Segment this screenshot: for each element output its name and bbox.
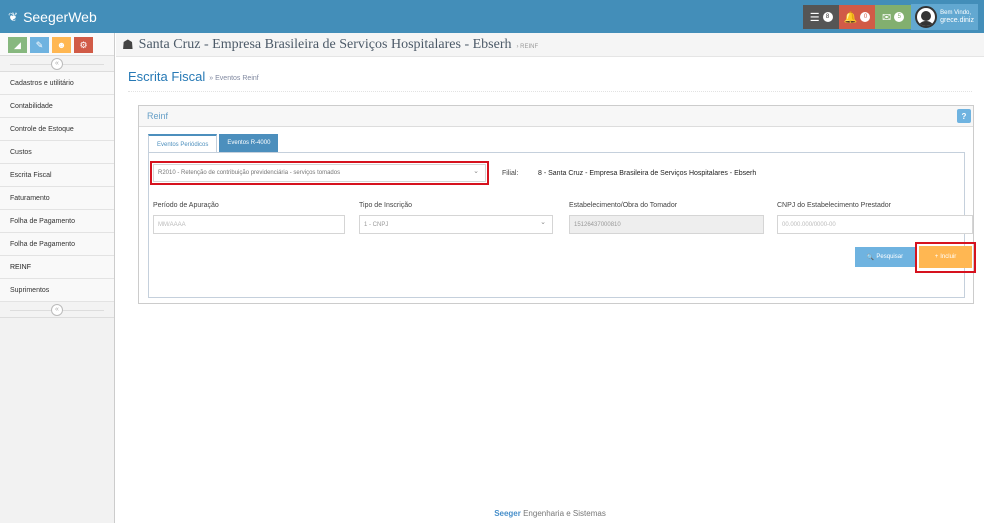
sidebar-item-folha-pagamento[interactable]: Folha de Pagamento [0, 210, 114, 233]
tipo-inscricao-label: Tipo de Inscrição [359, 202, 413, 209]
sidebar-item-folha-pagamento-2[interactable]: Folha de Pagamento [0, 233, 114, 256]
footer-brand: Seeger [494, 508, 521, 518]
sidebar-item-custos[interactable]: Custos [0, 141, 114, 164]
sidebar-item-reinf[interactable]: REINF [0, 256, 114, 279]
collapse-icon: « [51, 303, 63, 316]
periodo-label: Período de Apuração [153, 202, 219, 209]
sidebar-item-escrita-fiscal[interactable]: Escrita Fiscal [0, 164, 114, 187]
page-title: Escrita Fiscal [128, 69, 206, 84]
sidebar: ◢ ✎ ☻ ⚙ « Cadastros e utilitário Contabi… [0, 33, 115, 523]
footer: Seeger Engenharia e Sistemas [116, 503, 984, 523]
footer-text: Engenharia e Sistemas [520, 508, 606, 518]
messages-button[interactable]: ✉ 5 [875, 5, 912, 29]
sidebar-item-cadastros[interactable]: Cadastros e utilitário [0, 72, 114, 95]
estabelecimento-label: Estabelecimento/Obra do Tomador [569, 202, 678, 209]
pesquisar-label: Pesquisar [876, 254, 904, 260]
tab-eventos-r4000[interactable]: Eventos R-4000 [219, 134, 279, 152]
users-icon: ☗ [122, 36, 134, 52]
breadcrumb: ☗ Santa Cruz - Empresa Brasileira de Ser… [116, 33, 984, 57]
cnpj-input[interactable]: 00.000.000/0000-00 [777, 215, 973, 234]
event-type-select-value: R2010 - Retenção de contribuição previde… [158, 170, 341, 176]
sidebar-shortcuts: ◢ ✎ ☻ ⚙ [0, 33, 114, 56]
plus-icon: + [934, 254, 939, 260]
tasks-button[interactable]: ☰ 8 [803, 5, 840, 29]
periodo-placeholder: MM/AAAA [158, 221, 186, 228]
cogs-shortcut-button[interactable]: ⚙ [74, 37, 93, 53]
top-navbar: ❦ SeegerWeb ☰ 8 🔔 0 ✉ 5 Bem Vindo, grece… [0, 0, 984, 33]
page-header: Escrita Fiscal » Eventos Reinf [128, 62, 972, 92]
event-tabs: Eventos Periódicos Eventos R-4000 [148, 134, 279, 153]
help-button[interactable]: ? [957, 109, 971, 123]
widget-header: Reinf ? [139, 106, 973, 127]
user-info: Bem Vindo, grece.diniz [940, 10, 974, 24]
tab-content: R2010 - Retenção de contribuição previde… [148, 152, 976, 298]
sidebar-collapse-top[interactable]: « [0, 56, 114, 72]
chevron-down-icon: ⌄ [540, 219, 546, 226]
event-type-select[interactable]: R2010 - Retenção de contribuição previde… [153, 164, 486, 182]
sidebar-item-suprimentos[interactable]: Suprimentos [0, 279, 114, 302]
chart-icon: ◢ [14, 39, 21, 50]
notifications-button[interactable]: 🔔 0 [839, 5, 876, 29]
widget-title: Reinf [147, 111, 169, 121]
navbar-right: ☰ 8 🔔 0 ✉ 5 Bem Vindo, grece.diniz [803, 4, 978, 30]
brand-logo[interactable]: ❦ SeegerWeb [0, 9, 97, 25]
search-icon: 🔍 [866, 254, 875, 261]
leaf-icon: ❦ [8, 9, 19, 24]
sidebar-collapse-bottom[interactable]: « [0, 302, 114, 318]
users-icon: ☻ [56, 40, 67, 50]
messages-badge: 5 [894, 12, 905, 22]
chevron-down-icon: ⌄ [473, 168, 479, 175]
list-icon: ☰ [809, 11, 820, 24]
chart-shortcut-button[interactable]: ◢ [8, 37, 27, 53]
users-shortcut-button[interactable]: ☻ [52, 37, 71, 53]
cnpj-label: CNPJ do Estabelecimento Prestador [777, 202, 891, 209]
breadcrumb-company[interactable]: Santa Cruz - Empresa Brasileira de Servi… [139, 37, 512, 53]
question-icon: ? [961, 111, 967, 121]
tab-eventos-periodicos[interactable]: Eventos Periódicos [148, 134, 218, 153]
estabelecimento-input: 15126437000810 [569, 215, 764, 234]
reinf-widget: Reinf ? Eventos Periódicos Eventos R-400… [138, 105, 976, 304]
avatar [915, 6, 938, 28]
cnpj-placeholder: 00.000.000/0000-00 [782, 221, 836, 228]
sidebar-item-faturamento[interactable]: Faturamento [0, 187, 114, 210]
pesquisar-button[interactable]: 🔍 Pesquisar [855, 247, 915, 267]
pencil-shortcut-button[interactable]: ✎ [30, 37, 49, 53]
page-subtitle: » Eventos Reinf [209, 74, 259, 82]
periodo-input[interactable]: MM/AAAA [153, 215, 345, 234]
tipo-inscricao-value: 1 - CNPJ [364, 221, 389, 228]
filial-label: Filial: [502, 170, 519, 177]
breadcrumb-module: › REINF [516, 43, 539, 50]
brand-name: SeegerWeb [23, 8, 97, 25]
tasks-badge: 8 [822, 12, 833, 22]
collapse-icon: « [51, 57, 63, 70]
pencil-icon: ✎ [35, 39, 44, 50]
filial-value: 8 - Santa Cruz - Empresa Brasileira de S… [538, 170, 757, 177]
sidebar-item-controle-estoque[interactable]: Controle de Estoque [0, 118, 114, 141]
incluir-button[interactable]: + Incluir [919, 246, 972, 268]
user-name: grece.diniz [940, 17, 974, 24]
user-greeting: Bem Vindo, [940, 10, 972, 16]
incluir-label: Incluir [940, 254, 957, 260]
sidebar-item-contabilidade[interactable]: Contabilidade [0, 95, 114, 118]
sidebar-nav: Cadastros e utilitário Contabilidade Con… [0, 72, 114, 302]
bell-icon: 🔔 [843, 11, 858, 24]
main-content: ☗ Santa Cruz - Empresa Brasileira de Ser… [116, 33, 984, 523]
notifications-badge: 0 [860, 12, 871, 22]
envelope-icon: ✉ [882, 11, 892, 24]
estabelecimento-value: 15126437000810 [574, 221, 621, 228]
tipo-inscricao-select[interactable]: 1 - CNPJ ⌄ [359, 215, 553, 234]
user-menu[interactable]: Bem Vindo, grece.diniz [911, 4, 978, 30]
cogs-icon: ⚙ [79, 39, 88, 50]
